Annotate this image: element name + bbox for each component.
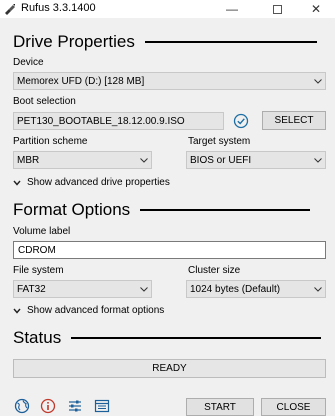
chevron-down-icon bbox=[311, 280, 325, 298]
boot-selection-label: Boot selection bbox=[13, 96, 76, 107]
close-window-button[interactable]: ✕ bbox=[296, 0, 335, 18]
chevron-down-icon bbox=[137, 151, 151, 169]
show-advanced-drive-properties-toggle[interactable]: Show advanced drive properties bbox=[13, 177, 170, 188]
drive-properties-heading: Drive Properties bbox=[13, 32, 135, 51]
volume-label-label: Volume label bbox=[13, 226, 71, 237]
rufus-window: Rufus 3.3.1400 — ✕ Drive Properties Devi… bbox=[0, 0, 335, 416]
start-button[interactable]: START bbox=[186, 398, 254, 416]
window-title: Rufus 3.3.1400 bbox=[21, 2, 96, 14]
chevron-down-icon bbox=[311, 72, 325, 90]
status-text: READY bbox=[152, 363, 187, 374]
target-system-label: Target system bbox=[188, 136, 251, 147]
rufus-app-icon bbox=[5, 4, 15, 15]
status-header: Status bbox=[13, 327, 331, 349]
device-dropdown[interactable]: Memorex UFD (D:) [128 MB] bbox=[13, 72, 326, 90]
maximize-button[interactable] bbox=[257, 0, 297, 18]
status-heading: Status bbox=[13, 328, 62, 347]
show-advanced-format-options-toggle[interactable]: Show advanced format options bbox=[13, 305, 164, 316]
format-options-heading: Format Options bbox=[13, 200, 131, 219]
show-advanced-format-options-label: Show advanced format options bbox=[27, 305, 165, 316]
cluster-size-dropdown[interactable]: 1024 bytes (Default) bbox=[186, 280, 326, 298]
select-button[interactable]: SELECT bbox=[262, 111, 326, 130]
file-system-dropdown[interactable]: FAT32 bbox=[13, 280, 152, 298]
section-divider bbox=[140, 209, 311, 211]
drive-properties-header: Drive Properties bbox=[13, 31, 331, 53]
chevron-down-icon bbox=[311, 151, 325, 169]
format-options-header: Format Options bbox=[13, 199, 331, 221]
chevron-down-icon bbox=[13, 308, 25, 314]
log-icon[interactable] bbox=[94, 398, 110, 414]
info-icon[interactable] bbox=[40, 398, 56, 414]
boot-selection-dropdown[interactable]: PET130_BOOTABLE_18.12.00.9.ISO bbox=[13, 112, 224, 130]
close-button[interactable]: CLOSE bbox=[261, 398, 326, 416]
target-system-dropdown[interactable]: BIOS or UEFI bbox=[186, 151, 326, 169]
cluster-size-label: Cluster size bbox=[188, 265, 241, 276]
device-label: Device bbox=[13, 57, 44, 68]
section-divider bbox=[144, 41, 317, 43]
status-progress-bar: READY bbox=[13, 359, 326, 378]
file-system-label: File system bbox=[13, 265, 64, 276]
show-advanced-drive-properties-label: Show advanced drive properties bbox=[27, 177, 170, 188]
chevron-down-icon bbox=[137, 280, 151, 298]
section-divider bbox=[71, 337, 322, 339]
partition-scheme-dropdown[interactable]: MBR bbox=[13, 151, 152, 169]
globe-icon[interactable] bbox=[14, 398, 30, 414]
close-icon: ✕ bbox=[310, 2, 322, 16]
partition-scheme-label: Partition scheme bbox=[13, 136, 88, 147]
settings-sliders-icon[interactable] bbox=[67, 398, 83, 414]
maximize-icon bbox=[272, 4, 282, 14]
minimize-button[interactable]: — bbox=[212, 0, 252, 18]
minimize-icon: — bbox=[226, 2, 238, 16]
chevron-down-icon bbox=[13, 180, 25, 186]
verify-checkmark-icon[interactable] bbox=[233, 113, 249, 129]
title-bar: Rufus 3.3.1400 — ✕ bbox=[0, 0, 335, 18]
volume-label-input[interactable]: CDROM bbox=[13, 241, 326, 259]
